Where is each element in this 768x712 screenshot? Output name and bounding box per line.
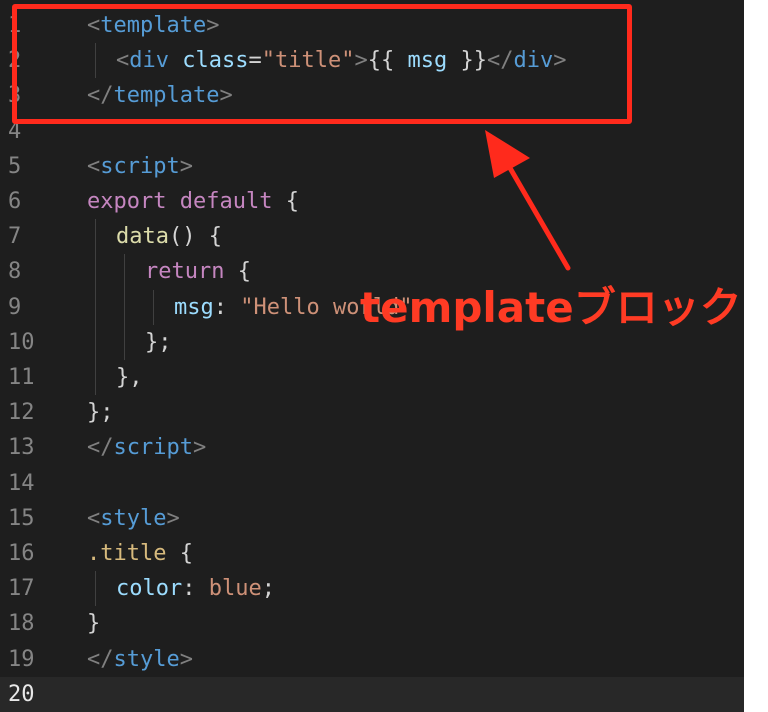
indent-guide xyxy=(95,571,96,607)
code-text: }; xyxy=(145,329,172,355)
code-text: <script> xyxy=(87,153,193,179)
code-text: export default { xyxy=(87,189,299,214)
code-text: .title { xyxy=(87,541,193,566)
indent-guide xyxy=(124,254,125,290)
code-line[interactable]: 19 </style> xyxy=(0,642,744,677)
line-number: 18 xyxy=(8,611,35,637)
line-number: 17 xyxy=(8,576,35,602)
line-number: 9 xyxy=(8,294,22,320)
indent-guide xyxy=(153,289,154,325)
line-number: 8 xyxy=(8,259,22,285)
code-line[interactable]: 12}; xyxy=(0,395,744,430)
code-line[interactable]: 18} xyxy=(0,606,744,641)
code-line[interactable]: 5 <script> xyxy=(0,149,744,184)
indent-guide xyxy=(95,324,96,360)
code-line[interactable]: 15 <style> xyxy=(0,501,744,536)
line-number: 19 xyxy=(8,646,35,672)
indent-guide xyxy=(95,360,96,396)
code-line[interactable]: 20 xyxy=(0,676,744,712)
indent-guide xyxy=(95,254,96,290)
code-line[interactable]: 14 xyxy=(0,466,744,501)
code-text: </script> xyxy=(87,435,207,461)
line-number: 20 xyxy=(8,681,35,707)
line-number: 7 xyxy=(8,224,22,250)
code-text: data() { xyxy=(116,224,222,250)
code-line[interactable]: 17 color: blue; xyxy=(0,571,744,607)
indent-guide xyxy=(95,289,96,325)
line-number: 12 xyxy=(8,400,35,426)
line-number: 16 xyxy=(8,541,35,566)
code-text: return { xyxy=(145,259,251,285)
code-line[interactable]: 13 </script> xyxy=(0,430,744,465)
code-text: }; xyxy=(87,400,114,426)
line-number: 11 xyxy=(8,365,35,390)
code-text: </style> xyxy=(87,646,193,672)
code-line[interactable]: 11}, xyxy=(0,360,744,396)
line-number: 6 xyxy=(8,189,22,214)
code-line[interactable]: 7 data() { xyxy=(0,219,744,255)
code-line[interactable]: 16 .title { xyxy=(0,536,744,571)
indent-guide xyxy=(124,324,125,360)
line-number: 5 xyxy=(8,153,22,179)
template-block-label: templateブロック xyxy=(360,283,742,332)
code-text: }, xyxy=(116,365,143,390)
indent-guide xyxy=(124,289,125,325)
code-text: <style> xyxy=(87,505,180,531)
code-text: } xyxy=(87,611,101,637)
line-number: 13 xyxy=(8,435,35,461)
line-number: 10 xyxy=(8,329,35,355)
code-text: color: blue; xyxy=(116,576,275,602)
indent-guide xyxy=(95,219,96,255)
code-line[interactable]: 6 export default { xyxy=(0,184,744,219)
line-number: 15 xyxy=(8,505,35,531)
line-number: 14 xyxy=(8,470,35,496)
template-block-highlight xyxy=(12,4,632,124)
